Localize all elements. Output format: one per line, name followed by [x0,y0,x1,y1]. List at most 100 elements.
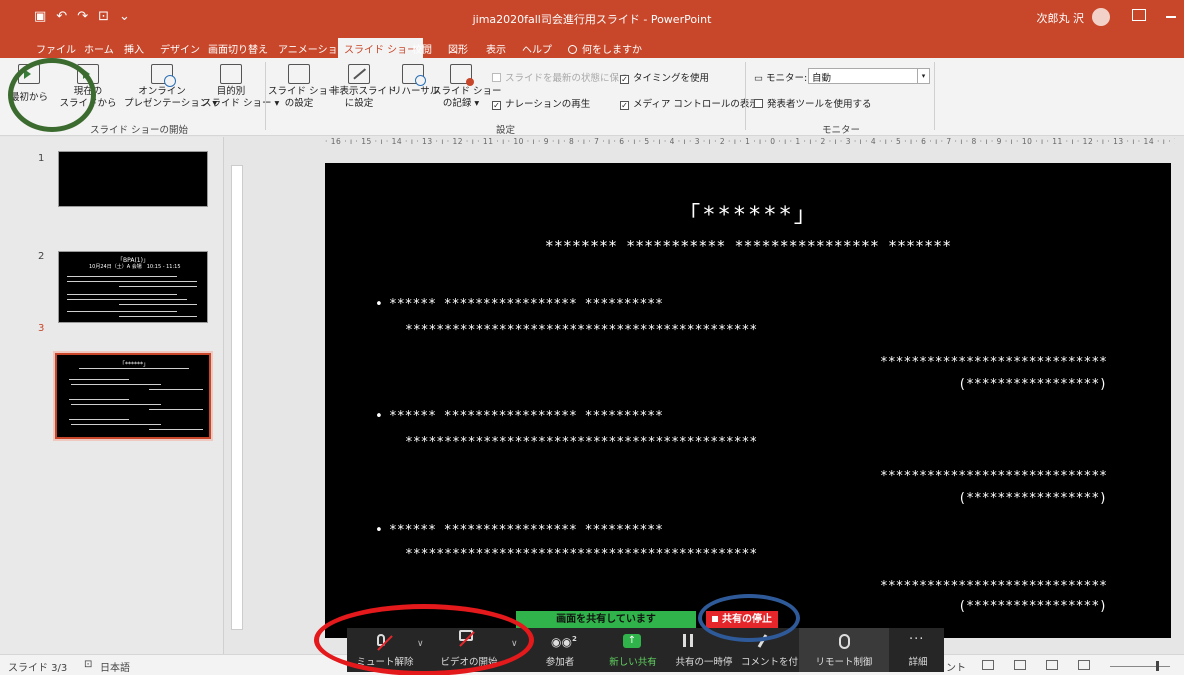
ribbon-display-options-icon[interactable] [1132,9,1146,21]
slide-sorter-icon[interactable] [1014,660,1026,670]
accessibility-icon[interactable]: ⊡ [84,659,92,670]
participants-icon[interactable]: ◉◉2 [551,635,577,649]
pause-share-icon[interactable] [683,634,693,647]
online-presentation-button[interactable]: オンライン プレゼンテーション ▾ [124,64,217,110]
current-slide[interactable]: 「******」 ******** *********** **********… [325,163,1171,638]
checkbox-box [492,73,501,82]
from-beginning-button[interactable]: 最初から [6,64,52,104]
slide-count: スライド 3/3 [8,663,68,674]
avatar[interactable] [1092,8,1110,26]
session-affiliation[interactable]: (*****************) [958,599,1107,614]
slide-thumbnail-3[interactable]: 「******」 [53,351,213,441]
slide-thumbnail-1[interactable] [58,151,208,207]
presenter-view-checkbox[interactable]: 発表者ツールを使用する [754,96,872,110]
zoom-share-toolbar: ∨ ミュート解除 ∨ ビデオの開始 ◉◉2 参加者 ↑ 新しい共有 共有の一時停… [347,628,944,672]
thumb-line [119,286,197,287]
from-current-button[interactable]: 現在の スライドから [56,64,120,110]
start-group-label: スライド ショーの開始 [90,125,189,136]
annotate-pencil-icon[interactable] [757,634,768,648]
session-presenter[interactable]: ***************************** [880,469,1107,484]
notes-button-label[interactable]: ント [946,659,966,674]
title-bar: ▣ ↶ ↷ ⊡ ⌄ jima2020fall司会進行用スライド - PowerP… [0,0,1184,38]
thumb-line [69,379,129,380]
tab-design[interactable]: デザイン [160,41,200,56]
slide-thumbnail-2[interactable]: 「BPA(1)」 10月24日（土）A 会場 10:15 - 11:15 [58,251,208,323]
monitor-label: ▭ モニター: [754,73,808,84]
slide-title[interactable]: 「******」 [325,197,1171,229]
tab-view[interactable]: 表示 [486,41,506,56]
tab-help[interactable]: ヘルプ [522,41,552,56]
remote-control-mouse-icon[interactable] [839,634,850,649]
tab-file[interactable]: ファイル [36,41,76,56]
setup-slideshow-button[interactable]: スライド ショー の設定 [268,64,338,110]
stop-share-button[interactable]: 共有の停止 [706,611,778,628]
zoom-slider-thumb[interactable] [1156,661,1159,671]
start-video-button[interactable]: ビデオの開始 [439,654,499,668]
thumb-line [149,389,203,390]
tab-shapes[interactable]: 図形 [448,41,468,56]
stop-square-icon [712,616,718,622]
user-name[interactable]: 次郎丸 沢 [1037,10,1085,26]
play-narration-checkbox[interactable]: ✓ ナレーションの再生 [492,96,590,110]
session-affiliation[interactable]: (*****************) [958,491,1107,506]
video-off-icon[interactable] [459,630,473,641]
audio-options-chevron-icon[interactable]: ∨ [417,639,424,649]
unmute-button[interactable]: ミュート解除 [355,654,415,668]
thumb-line [79,368,189,369]
slide-subtitle[interactable]: ******** *********** **************** **… [325,237,1171,255]
monitor-group-label: モニター [822,125,861,136]
video-options-chevron-icon[interactable]: ∨ [511,639,518,649]
tab-insert[interactable]: 挿入 [124,41,144,56]
tab-home[interactable]: ホーム [84,41,114,56]
session-item-title[interactable]: ****** ***************** ********** [375,523,663,538]
use-timings-checkbox[interactable]: ✓ タイミングを使用 [620,70,709,84]
document-title: jima2020fall司会進行用スライド - PowerPoint [472,13,712,26]
media-controls-checkbox[interactable]: ✓ メディア コントロールの表示 [620,96,759,110]
custom-slideshow-icon [220,64,242,84]
tab-review[interactable]: 校閲 [412,41,432,56]
session-item-subtitle[interactable]: ****************************************… [405,323,757,338]
record-slideshow-button[interactable]: スライド ショー の記録 ▾ [432,64,502,110]
slideshow-view-icon[interactable] [1078,660,1090,670]
sharing-banner[interactable]: 画面を共有しています [516,611,696,628]
thumb-line [67,281,197,282]
language-indicator[interactable]: 日本語 [100,659,130,674]
more-dots-icon[interactable]: ··· [909,632,925,647]
new-share-button[interactable]: 新しい共有 [605,654,661,668]
session-presenter[interactable]: ***************************** [880,355,1107,370]
participants-button[interactable]: 参加者 [543,654,577,668]
tab-slideshow[interactable]: スライド ショー [338,38,424,58]
session-presenter[interactable]: ***************************** [880,579,1107,594]
tell-me-label: 何をしますか [582,45,642,56]
rehearse-timings-button[interactable]: リハーサル [392,64,439,98]
setup-slideshow-icon [288,64,310,84]
new-share-icon[interactable]: ↑ [623,634,641,648]
setup-group-label: 設定 [496,125,516,136]
zoom-slider[interactable] [1110,666,1170,667]
microphone-muted-icon[interactable] [377,634,385,646]
minimize-icon[interactable] [1166,16,1176,18]
hide-slide-icon [348,64,370,84]
thumb-line [69,399,129,400]
monitor-select[interactable]: 自動 ▾ [808,68,930,84]
tab-transitions[interactable]: 画面切り替え [208,41,268,56]
remote-control-button[interactable]: リモート制御 [815,654,873,668]
session-affiliation[interactable]: (*****************) [958,377,1107,392]
more-button[interactable]: 詳細 [903,654,933,668]
normal-view-icon[interactable] [982,660,994,670]
online-globe-icon [151,64,176,87]
session-item-title[interactable]: ****** ***************** ********** [375,297,663,312]
session-item-subtitle[interactable]: ****************************************… [405,435,757,450]
annotate-button[interactable]: コメントを付 [741,654,798,668]
custom-slideshow-button[interactable]: 目的別 スライド ショー ▾ [202,64,279,110]
hide-slide-button[interactable]: 非表示スライド に設定 [330,64,397,110]
thumb-title: 「******」 [119,361,150,368]
ribbon: 最初から 現在の スライドから オンライン プレゼンテーション ▾ 目的別 スラ… [0,58,1184,136]
tell-me-box[interactable]: 何をしますか [568,41,642,56]
check-icon: ✓ [620,75,629,84]
session-item-title[interactable]: ****** ***************** ********** [375,409,663,424]
reading-view-icon[interactable] [1046,660,1058,670]
pause-share-button[interactable]: 共有の一時停 [673,654,735,668]
thumb-line [71,384,161,385]
session-item-subtitle[interactable]: ****************************************… [405,547,757,562]
